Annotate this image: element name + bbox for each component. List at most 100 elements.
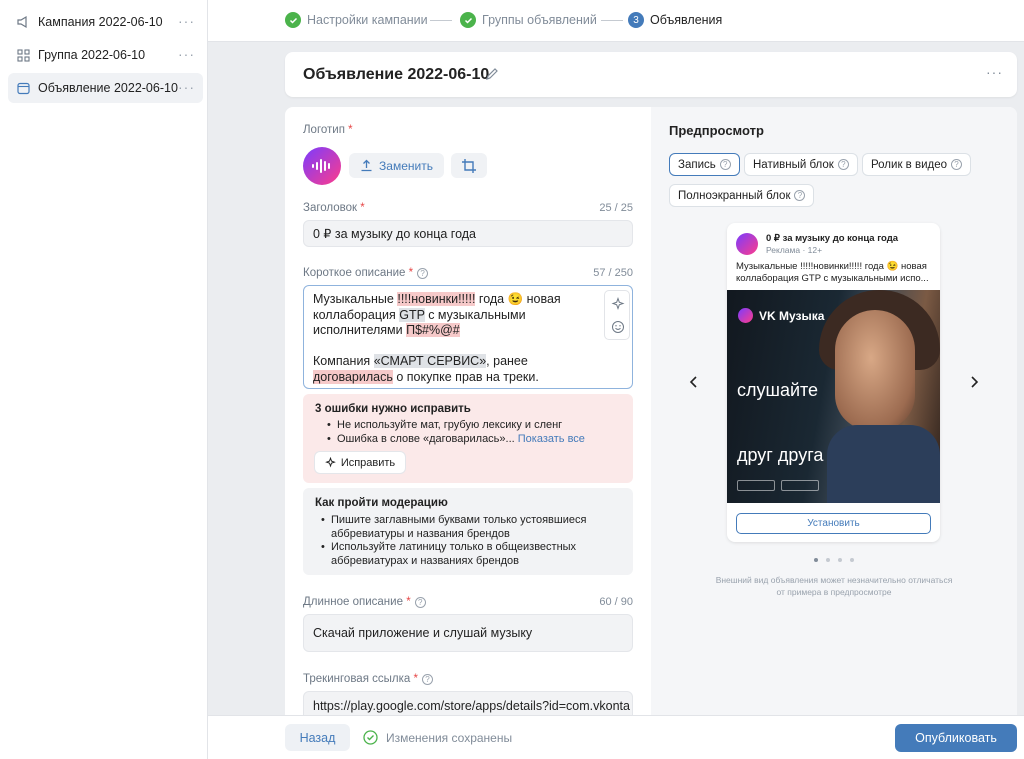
ad-form: Логотип * Заменить Заголовок * 25 / 25 0… [285,107,651,715]
errors-title: 3 ошибки нужно исправить [315,403,471,415]
ad-sub: Реклама · 12+ [766,245,823,255]
replace-label: Заменить [379,158,433,173]
install-button[interactable]: Установить [736,513,931,534]
step-ad-groups[interactable]: Группы объявлений [460,12,597,28]
tracking-label: Трекинговая ссылка *? [303,673,433,685]
headline-counter: 25 / 25 [599,202,633,214]
short-desc-counter: 57 / 250 [593,267,633,279]
publish-button[interactable]: Опубликовать [895,724,1017,752]
short-desc-textarea[interactable]: Музыкальные !!!!новинки!!!!! года 😉 нова… [303,285,633,389]
sparkle-icon[interactable] [611,296,625,311]
sidebar-item-label: Группа 2022-06-10 [38,48,146,62]
crop-logo-button[interactable] [451,153,487,178]
short-desc-label: Короткое описание *? [303,267,429,279]
tip-item-cont: аббревиатуры и названия брендов [331,528,510,540]
check-circle-icon [363,730,378,745]
ad-image-part [827,425,940,503]
sidebar-item-label: Кампания 2022-06-10 [38,15,163,29]
help-icon: ? [421,674,433,685]
sidebar-item-ad[interactable]: Объявление 2022-06-10 ··· [8,73,203,103]
chevron-right-icon[interactable] [967,375,981,389]
help-icon: ? [951,159,963,170]
tip-item: Используйте латиницу только в общеизвест… [321,541,576,553]
ad-image-part [835,310,915,430]
emoji-icon[interactable] [611,320,625,334]
help-icon: ? [719,159,731,170]
step-divider [430,20,452,21]
sidebar-item-campaign[interactable]: Кампания 2022-06-10 ··· [8,7,203,37]
edit-pencil-icon[interactable] [485,67,499,84]
error-item: Не используйте мат, грубую лексику и сле… [327,419,562,431]
carousel-dot[interactable] [850,558,854,562]
carousel-dot[interactable] [826,558,830,562]
moderation-title: Как пройти модерацию [315,497,448,509]
avatar [736,233,758,255]
more-icon[interactable]: ··· [986,64,1003,80]
sidebar-item-group[interactable]: Группа 2022-06-10 ··· [8,40,203,70]
long-desc-input[interactable]: Скачай приложение и слушай музыку [303,614,633,652]
show-all-link[interactable]: Показать все [518,433,585,445]
store-badge-icon [737,480,775,491]
store-badges [737,480,825,491]
replace-logo-button[interactable]: Заменить [349,153,444,178]
stepper: Настройки кампании Группы объявлений 3 О… [208,0,1024,42]
sparkle-icon [324,457,336,468]
saved-label: Изменения сохранены [386,730,513,745]
store-badge-icon [781,480,819,491]
tip-item-cont: аббревиатурах и названиях брендов [331,555,520,567]
bottom-bar: Назад Изменения сохранены Опубликовать [208,715,1024,759]
logo-label: Логотип * [303,124,353,136]
long-desc-label: Длинное описание *? [303,596,426,608]
back-button[interactable]: Назад [285,724,350,751]
headline-input[interactable]: 0 ₽ за музыку до конца года [303,220,633,247]
carousel-dot[interactable] [814,558,818,562]
upload-icon [361,159,372,172]
step-campaign-settings[interactable]: Настройки кампании [285,12,428,28]
carousel-dot[interactable] [838,558,842,562]
logo-image [303,147,341,185]
ad-brand: VK Музыка [738,308,824,323]
grid-icon [16,48,30,62]
preview-note: Внешний вид объявления может незначитель… [715,575,953,597]
short-desc-text: Музыкальные !!!!новинки!!!!! года 😉 нова… [313,292,561,384]
textarea-tools [604,290,630,340]
step-label: Объявления [650,13,723,27]
errors-panel: 3 ошибки нужно исправить Не используйте … [303,394,633,483]
chip-post[interactable]: Запись? [669,153,740,176]
preview-panel: Предпросмотр Запись? Нативный блок? Роли… [651,107,1017,715]
more-icon[interactable]: ··· [178,13,195,29]
page-title: Объявление 2022-06-10 [303,66,490,83]
chip-native[interactable]: Нативный блок? [744,153,858,176]
ad-preview-card: 0 ₽ за музыку до конца года Реклама · 12… [727,223,940,542]
fix-label: Исправить [340,456,396,469]
moderation-tips: Как пройти модерацию Пишите заглавными б… [303,488,633,575]
saved-status: Изменения сохранены [363,730,512,745]
megaphone-icon [16,15,30,29]
ad-image: VK Музыка слушайте друг друга [727,290,940,503]
chevron-left-icon[interactable] [687,375,701,389]
tracking-input[interactable]: https://play.google.com/store/apps/detai… [303,691,633,715]
step-ads[interactable]: 3 Объявления [628,12,722,28]
sidebar: Кампания 2022-06-10 ··· Группа 2022-06-1… [0,0,208,759]
ad-header-card: Объявление 2022-06-10 ··· [285,52,1017,97]
fix-button[interactable]: Исправить [315,452,405,473]
help-icon: ? [837,159,849,170]
tip-item: Пишите заглавными буквами только устоявш… [321,514,586,526]
preview-title: Предпросмотр [669,123,764,138]
carousel-dots [814,558,862,562]
ad-editor-card: Логотип * Заменить Заголовок * 25 / 25 0… [285,107,1017,715]
error-item: Ошибка в слове «даговарилась»... Показат… [327,433,585,445]
more-icon[interactable]: ··· [178,79,195,95]
vk-music-icon [738,308,753,323]
ad-icon [16,81,30,95]
ad-title: 0 ₽ за музыку до конца года [766,233,899,244]
chip-fullscreen[interactable]: Полноэкранный блок? [669,184,815,207]
ad-slogan: слушайте [737,380,819,400]
step-label: Группы объявлений [482,13,597,27]
ad-text: Музыкальные !!!!!новинки!!!!! года 😉 нов… [736,261,929,284]
more-icon[interactable]: ··· [178,46,195,62]
check-icon [460,12,476,28]
chip-video[interactable]: Ролик в видео? [862,153,972,176]
step-number: 3 [628,12,644,28]
step-divider [601,20,623,21]
